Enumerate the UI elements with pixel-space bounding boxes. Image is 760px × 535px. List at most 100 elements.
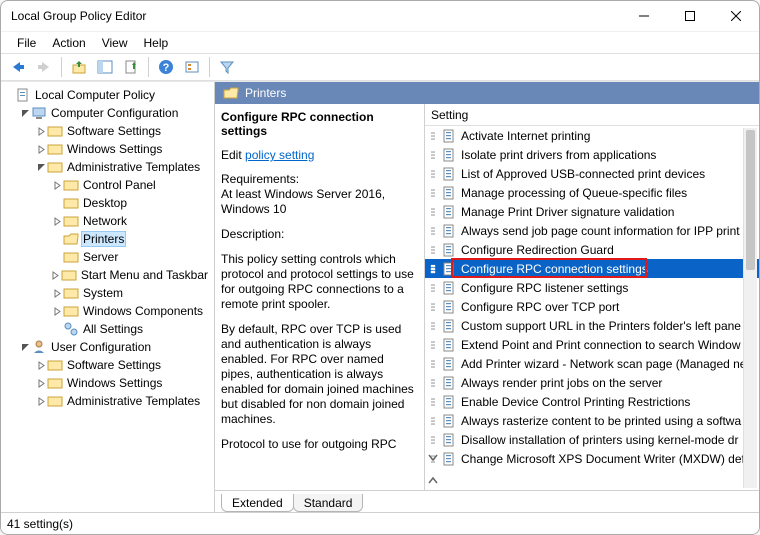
filter-button[interactable] xyxy=(216,56,238,78)
scroll-up-icon[interactable] xyxy=(427,474,439,488)
expand-icon[interactable] xyxy=(35,361,47,370)
settings-list[interactable]: Activate Internet printing Isolate print … xyxy=(425,126,759,490)
up-button[interactable] xyxy=(68,56,90,78)
list-item-label: Isolate print drivers from applications xyxy=(461,148,759,162)
tree-item-desktop[interactable]: Desktop xyxy=(81,196,129,210)
policy-icon xyxy=(441,394,457,410)
list-item[interactable]: Activate Internet printing xyxy=(425,126,759,145)
menu-view[interactable]: View xyxy=(94,34,136,52)
collapse-icon[interactable] xyxy=(35,163,47,172)
tree-item-windows-settings[interactable]: Windows Settings xyxy=(65,142,164,156)
description-p3: Protocol to use for outgoing RPC xyxy=(221,437,416,452)
folder-icon xyxy=(63,177,79,193)
list-item[interactable]: Disallow installation of printers using … xyxy=(425,430,759,449)
vertical-scrollbar[interactable] xyxy=(743,128,757,488)
tree-item-computer-config[interactable]: Computer Configuration xyxy=(49,106,180,120)
list-item[interactable]: Configure RPC over TCP port xyxy=(425,297,759,316)
close-button[interactable] xyxy=(713,1,759,31)
list-item[interactable]: Configure Redirection Guard xyxy=(425,240,759,259)
list-item[interactable]: Extend Point and Print connection to sea… xyxy=(425,335,759,354)
expand-icon[interactable] xyxy=(51,307,63,316)
tree-item-admin-templates[interactable]: Administrative Templates xyxy=(65,160,202,174)
list-item-label: Configure Redirection Guard xyxy=(461,243,759,257)
scrollbar-thumb[interactable] xyxy=(746,130,755,270)
grip-icon xyxy=(429,283,437,293)
collapse-icon[interactable] xyxy=(19,109,31,118)
list-item[interactable]: List of Approved USB-connected print dev… xyxy=(425,164,759,183)
collapse-icon[interactable] xyxy=(19,343,31,352)
list-item[interactable]: Isolate print drivers from applications xyxy=(425,145,759,164)
maximize-button[interactable] xyxy=(667,1,713,31)
tree-item-network[interactable]: Network xyxy=(81,214,129,228)
tree-item-system[interactable]: System xyxy=(81,286,125,300)
list-item[interactable]: Configure RPC listener settings xyxy=(425,278,759,297)
tree-item-root[interactable]: Local Computer Policy xyxy=(33,88,157,102)
tab-extended[interactable]: Extended xyxy=(221,494,294,512)
list-item-label: Manage Print Driver signature validation xyxy=(461,205,759,219)
minimize-button[interactable] xyxy=(621,1,667,31)
list-item[interactable]: Configure RPC connection settings xyxy=(425,259,759,278)
policy-icon xyxy=(441,299,457,315)
tree-item-control-panel[interactable]: Control Panel xyxy=(81,178,158,192)
folder-icon xyxy=(47,123,63,139)
description-p2: By default, RPC over TCP is used and aut… xyxy=(221,322,416,427)
expand-icon[interactable] xyxy=(51,289,63,298)
list-item-label: Always send job page count information f… xyxy=(461,224,759,238)
policy-icon xyxy=(441,166,457,182)
computer-icon xyxy=(31,105,47,121)
list-item[interactable]: Custom support URL in the Printers folde… xyxy=(425,316,759,335)
list-item-label: Always rasterize content to be printed u… xyxy=(461,414,759,428)
forward-button[interactable] xyxy=(33,56,55,78)
tree-item-user-admin[interactable]: Administrative Templates xyxy=(65,394,202,408)
tree-item-printers[interactable]: Printers xyxy=(81,231,126,247)
edit-policy-link[interactable]: policy setting xyxy=(245,148,314,162)
expand-icon[interactable] xyxy=(35,397,47,406)
tree-item-user-software[interactable]: Software Settings xyxy=(65,358,163,372)
grip-icon xyxy=(429,397,437,407)
expand-icon[interactable] xyxy=(35,127,47,136)
expand-icon[interactable] xyxy=(35,379,47,388)
list-item[interactable]: Always send job page count information f… xyxy=(425,221,759,240)
grip-icon xyxy=(429,340,437,350)
expand-icon[interactable] xyxy=(51,181,63,190)
menu-action[interactable]: Action xyxy=(44,34,93,52)
options-button[interactable] xyxy=(181,56,203,78)
list-item-label: Disallow installation of printers using … xyxy=(461,433,759,447)
list-item[interactable]: Manage processing of Queue-specific file… xyxy=(425,183,759,202)
tree-item-all-settings[interactable]: All Settings xyxy=(81,322,145,336)
export-button[interactable] xyxy=(120,56,142,78)
back-button[interactable] xyxy=(7,56,29,78)
tree-item-server[interactable]: Server xyxy=(81,250,120,264)
list-item[interactable]: Change Microsoft XPS Document Writer (MX… xyxy=(425,449,759,468)
requirements-body: At least Windows Server 2016, Windows 10 xyxy=(221,187,385,216)
folder-open-icon xyxy=(223,85,239,101)
list-item[interactable]: Always render print jobs on the server xyxy=(425,373,759,392)
requirements-label: Requirements: xyxy=(221,172,299,186)
grip-icon xyxy=(429,435,437,445)
list-item[interactable]: Always rasterize content to be printed u… xyxy=(425,411,759,430)
scroll-down-icon[interactable] xyxy=(427,452,439,466)
navigation-tree[interactable]: Local Computer Policy Computer Configura… xyxy=(1,82,215,512)
tree-item-win-components[interactable]: Windows Components xyxy=(81,304,205,318)
tab-standard[interactable]: Standard xyxy=(293,494,364,512)
help-button[interactable]: ? xyxy=(155,56,177,78)
show-hide-tree-button[interactable] xyxy=(94,56,116,78)
policy-icon xyxy=(441,375,457,391)
list-item[interactable]: Add Printer wizard - Network scan page (… xyxy=(425,354,759,373)
menu-file[interactable]: File xyxy=(9,34,44,52)
policy-icon xyxy=(441,337,457,353)
expand-icon[interactable] xyxy=(51,271,61,280)
tree-item-user-windows[interactable]: Windows Settings xyxy=(65,376,164,390)
list-item[interactable]: Enable Device Control Printing Restricti… xyxy=(425,392,759,411)
grip-icon xyxy=(429,245,437,255)
tree-item-user-config[interactable]: User Configuration xyxy=(49,340,153,354)
column-header-setting[interactable]: Setting xyxy=(425,104,759,126)
menu-help[interactable]: Help xyxy=(136,34,177,52)
list-item[interactable]: Manage Print Driver signature validation xyxy=(425,202,759,221)
expand-icon[interactable] xyxy=(35,145,47,154)
grip-icon xyxy=(429,169,437,179)
tree-item-software-settings[interactable]: Software Settings xyxy=(65,124,163,138)
expand-icon[interactable] xyxy=(51,217,63,226)
list-item-label: List of Approved USB-connected print dev… xyxy=(461,167,759,181)
tree-item-start-menu[interactable]: Start Menu and Taskbar xyxy=(79,268,210,282)
